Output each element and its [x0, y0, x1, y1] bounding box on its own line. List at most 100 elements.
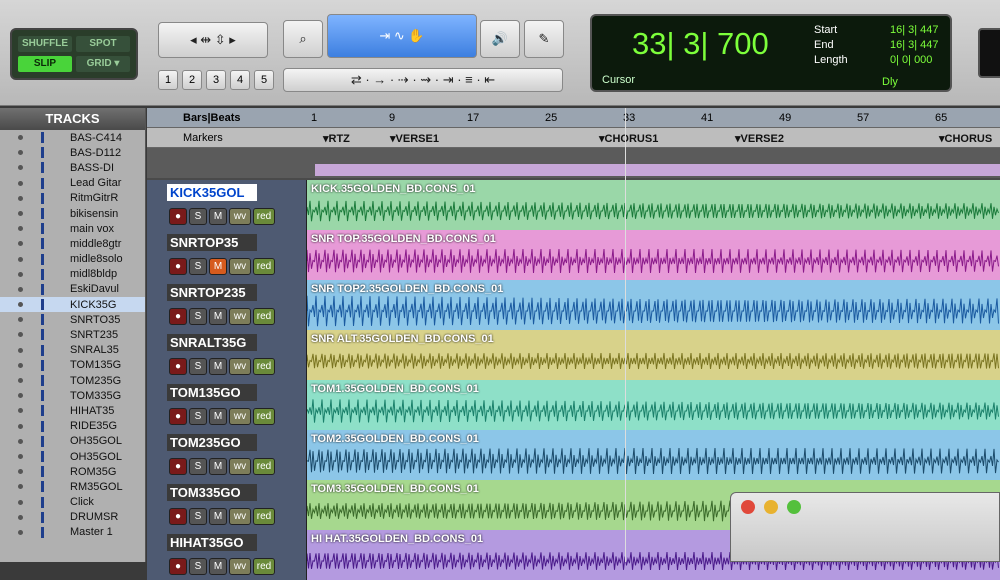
view-selector-button[interactable]: wv — [229, 408, 251, 425]
visibility-dot-icon[interactable] — [18, 438, 23, 444]
start-value[interactable]: 16| 3| 447 — [890, 24, 939, 36]
visibility-dot-icon[interactable] — [18, 514, 23, 520]
zoomer-tool-icon[interactable]: ⌕ — [283, 20, 323, 58]
track-list-item[interactable]: TOM335G — [0, 388, 145, 403]
track-list-item[interactable]: BAS-D112 — [0, 145, 145, 160]
solo-button[interactable]: S — [189, 508, 207, 525]
track-list-item[interactable]: HIHAT35 — [0, 403, 145, 418]
view-selector-button[interactable]: wv — [229, 508, 251, 525]
solo-button[interactable]: S — [189, 258, 207, 275]
visibility-dot-icon[interactable] — [18, 302, 23, 308]
mute-button[interactable]: M — [209, 458, 227, 475]
speaker-icon[interactable]: 🔊 — [480, 20, 520, 58]
track-list-item[interactable]: OH35GOL — [0, 449, 145, 464]
shuffle-mode-button[interactable]: SHUFFLE — [18, 36, 72, 52]
playlist-button[interactable]: red — [253, 208, 275, 225]
solo-button[interactable]: S — [189, 358, 207, 375]
audio-clip[interactable]: KICK.35GOLDEN_BD.CONS_01 — [307, 180, 1000, 230]
marker[interactable]: ▾CHORUS — [939, 132, 992, 145]
playlist-button[interactable]: red — [253, 558, 275, 575]
record-button[interactable]: ● — [169, 358, 187, 375]
track-list-item[interactable]: bikisensin — [0, 206, 145, 221]
solo-button[interactable]: S — [189, 208, 207, 225]
visibility-dot-icon[interactable] — [18, 165, 23, 171]
slip-mode-button[interactable]: SLIP — [18, 56, 72, 72]
track-list-item[interactable]: SNRT235 — [0, 327, 145, 342]
mute-button[interactable]: M — [209, 558, 227, 575]
mute-button[interactable]: M — [209, 508, 227, 525]
view-selector-button[interactable]: wv — [229, 308, 251, 325]
visibility-dot-icon[interactable] — [18, 393, 23, 399]
visibility-dot-icon[interactable] — [18, 150, 23, 156]
solo-button[interactable]: S — [189, 408, 207, 425]
visibility-dot-icon[interactable] — [18, 226, 23, 232]
track-list-item[interactable]: main vox — [0, 221, 145, 236]
view-selector-button[interactable]: wv — [229, 258, 251, 275]
visibility-dot-icon[interactable] — [18, 332, 23, 338]
track-list-item[interactable]: midle8solo — [0, 252, 145, 267]
visibility-dot-icon[interactable] — [18, 180, 23, 186]
visibility-dot-icon[interactable] — [18, 347, 23, 353]
zoom-controls[interactable]: ◂ ⇹ ⇳ ▸ — [158, 22, 268, 58]
track-list-item[interactable]: ROM35G — [0, 464, 145, 479]
spot-mode-button[interactable]: SPOT — [76, 36, 130, 52]
track-name-field[interactable]: SNRALT35G — [167, 334, 257, 351]
track-list-item[interactable]: RIDE35G — [0, 419, 145, 434]
audio-clip[interactable]: TOM1.35GOLDEN_BD.CONS_01 — [307, 380, 1000, 430]
track-list-item[interactable]: RM35GOL — [0, 479, 145, 494]
solo-button[interactable]: S — [189, 458, 207, 475]
track-list-item[interactable]: BASS-DI — [0, 160, 145, 175]
playlist-button[interactable]: red — [253, 458, 275, 475]
floating-plugin-window[interactable] — [730, 492, 1000, 562]
visibility-dot-icon[interactable] — [18, 529, 23, 535]
record-button[interactable]: ● — [169, 458, 187, 475]
visibility-dot-icon[interactable] — [18, 195, 23, 201]
track-name-field[interactable]: TOM335GO — [167, 484, 257, 501]
track-list-item[interactable]: EskiDavul — [0, 282, 145, 297]
record-button[interactable]: ● — [169, 408, 187, 425]
pencil-tool-icon[interactable]: ✎ — [524, 20, 564, 58]
end-value[interactable]: 16| 3| 447 — [890, 39, 939, 51]
audio-clip[interactable]: SNR ALT.35GOLDEN_BD.CONS_01 — [307, 330, 1000, 380]
view-selector-button[interactable]: wv — [229, 208, 251, 225]
track-list-item[interactable]: Click — [0, 495, 145, 510]
dly-label[interactable]: Dly — [882, 76, 898, 88]
visibility-dot-icon[interactable] — [18, 378, 23, 383]
zoom-icon[interactable] — [787, 500, 801, 514]
record-button[interactable]: ● — [169, 208, 187, 225]
record-button[interactable]: ● — [169, 558, 187, 575]
visibility-dot-icon[interactable] — [18, 408, 23, 414]
visibility-dot-icon[interactable] — [18, 271, 23, 277]
mute-button[interactable]: M — [209, 208, 227, 225]
edit-tool-row[interactable]: ⇄ · → · ⇢ · ⇝ · ⇥ · ≡ · ⇤ — [283, 68, 563, 92]
zoom-preset-4[interactable]: 4 — [230, 70, 250, 90]
visibility-dot-icon[interactable] — [18, 362, 23, 368]
main-counter-value[interactable]: 33| 3| 700 — [632, 26, 769, 62]
track-name-field[interactable]: TOM235GO — [167, 434, 257, 451]
record-button[interactable]: ● — [169, 258, 187, 275]
track-list-item[interactable]: middle8gtr — [0, 236, 145, 251]
playlist-button[interactable]: red — [253, 508, 275, 525]
visibility-dot-icon[interactable] — [18, 241, 23, 247]
track-list-item[interactable]: TOM235G — [0, 373, 145, 388]
record-button[interactable]: ● — [169, 308, 187, 325]
track-name-field[interactable]: TOM135GO — [167, 384, 257, 401]
playlist-button[interactable]: red — [253, 408, 275, 425]
track-name-field[interactable]: HIHAT35GO — [167, 534, 257, 551]
track-list-item[interactable]: Master 1 — [0, 525, 145, 540]
visibility-dot-icon[interactable] — [18, 484, 23, 490]
mute-button[interactable]: M — [209, 258, 227, 275]
bars-beats-ruler[interactable]: Bars|Beats 1 9 17 25 33 41 49 57 65 — [147, 108, 1000, 128]
track-list-item[interactable]: BAS-C414 — [0, 130, 145, 145]
solo-button[interactable]: S — [189, 558, 207, 575]
mute-button[interactable]: M — [209, 408, 227, 425]
playlist-button[interactable]: red — [253, 358, 275, 375]
playlist-button[interactable]: red — [253, 308, 275, 325]
visibility-dot-icon[interactable] — [18, 453, 23, 459]
zoom-preset-3[interactable]: 3 — [206, 70, 226, 90]
track-name-field[interactable]: SNRTOP235 — [167, 284, 257, 301]
visibility-dot-icon[interactable] — [18, 469, 23, 475]
track-name-field[interactable]: SNRTOP35 — [167, 234, 257, 251]
audio-clip[interactable]: SNR TOP.35GOLDEN_BD.CONS_01 — [307, 230, 1000, 280]
track-list-item[interactable]: TOM135G — [0, 358, 145, 373]
